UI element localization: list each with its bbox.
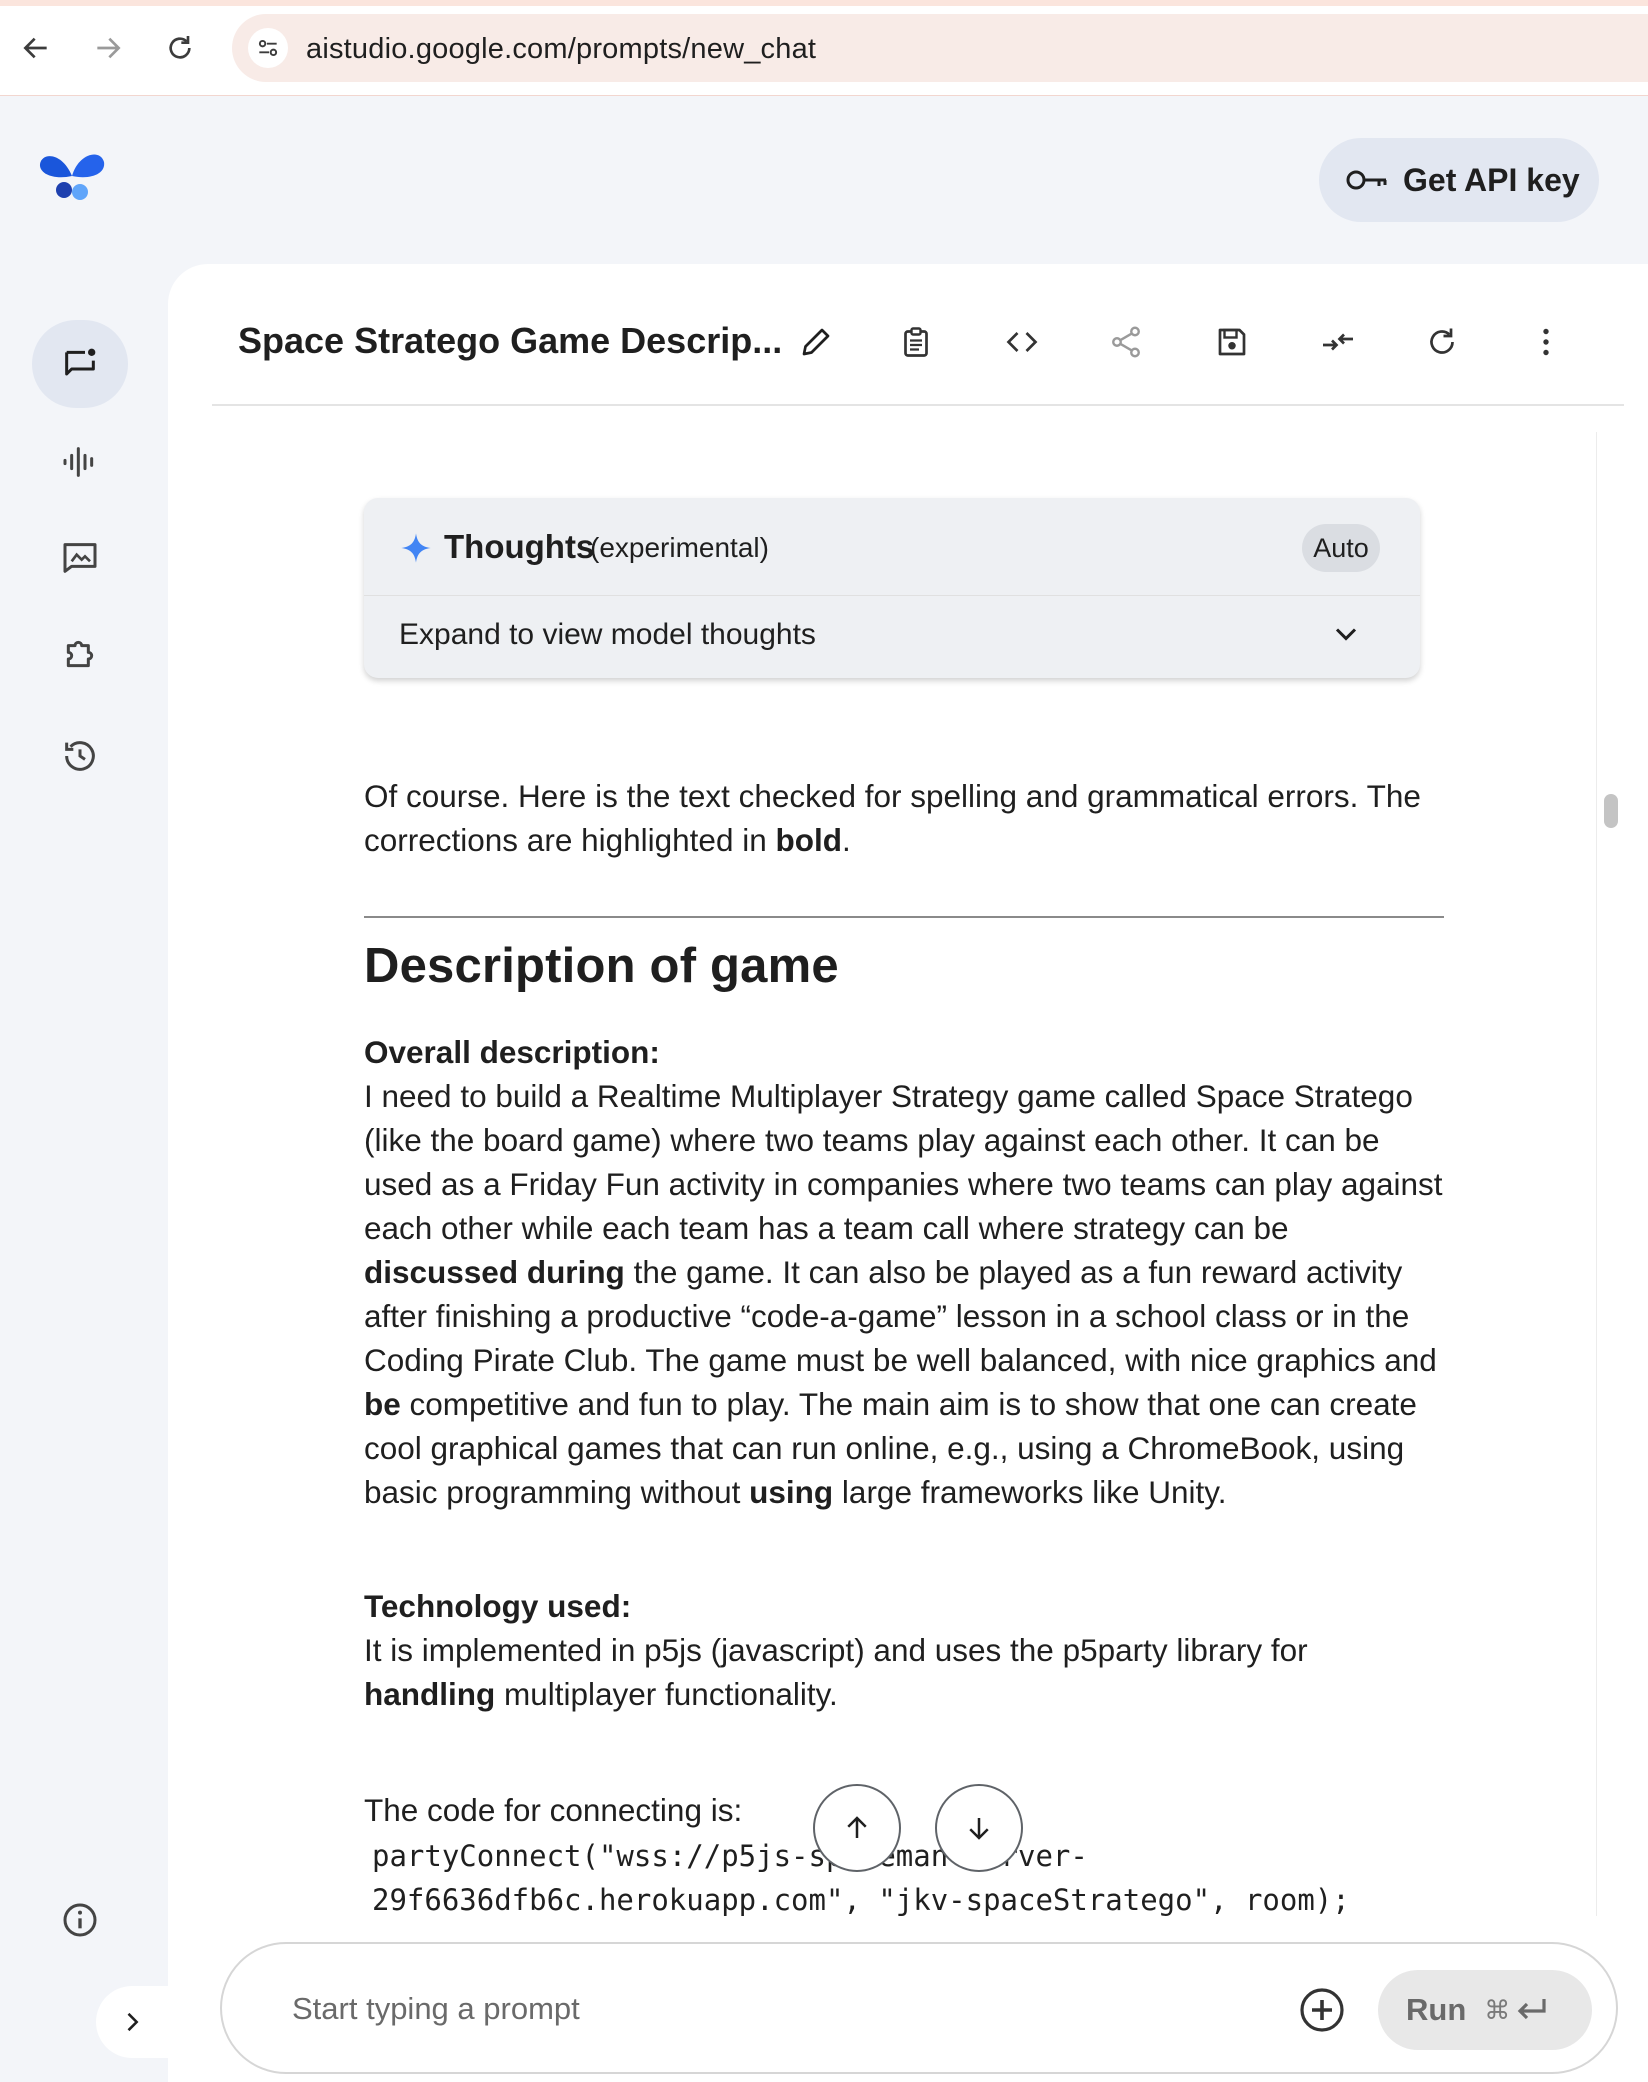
forward-button[interactable] [86, 26, 130, 70]
puzzle-icon [66, 640, 94, 668]
nav-chat[interactable] [32, 320, 128, 408]
thoughts-title: Thoughts [444, 528, 595, 565]
code-intro: The code for connecting is: [364, 1792, 743, 1828]
thinking-mode-badge[interactable]: Auto [1302, 524, 1380, 572]
nav-build[interactable] [32, 610, 128, 698]
overall-bold-1: discussed during [364, 1254, 625, 1290]
chat-icon [65, 348, 96, 376]
prompt-title[interactable]: Space Stratego Game Descrip... [238, 320, 782, 362]
share-icon [1112, 326, 1140, 358]
ai-studio-logo-icon[interactable] [36, 146, 108, 202]
get-api-key-button[interactable]: Get API key [1319, 138, 1599, 222]
overall-text-4: large frameworks like Unity. [833, 1474, 1227, 1510]
code-line-2: 29f6636dfb6c.herokuapp.com", "jkv-spaceS… [372, 1883, 1350, 1917]
sparkle-icon [401, 533, 431, 563]
image-chat-icon [63, 543, 97, 573]
chevron-right-icon [127, 2012, 139, 2032]
run-button[interactable]: Run ⌘ [1378, 1970, 1592, 2050]
tech-bold-1: handling [364, 1676, 496, 1712]
refresh-icon [1430, 328, 1454, 354]
back-button[interactable] [14, 26, 58, 70]
intro-bold: bold [775, 822, 842, 858]
address-bar[interactable]: aistudio.google.com/prompts/new_chat [232, 14, 1648, 82]
code-icon [1006, 332, 1038, 352]
get-code-button[interactable] [996, 316, 1048, 368]
thoughts-panel: Thoughts (experimental) Auto Expand to v… [364, 498, 1420, 678]
compare-arrows-icon [1323, 333, 1353, 351]
command-key-icon: ⌘ [1484, 1994, 1511, 2025]
overall-bold-3: using [749, 1474, 834, 1510]
thoughts-subtitle: (experimental) [590, 532, 769, 563]
tech-label: Technology used: [364, 1588, 632, 1624]
clipboard-button[interactable] [890, 316, 942, 368]
share-button[interactable] [1100, 316, 1152, 368]
arrow-left-icon [23, 37, 47, 59]
key-icon [1346, 170, 1387, 190]
url-text[interactable]: aistudio.google.com/prompts/new_chat [306, 33, 816, 66]
browser-toolbar: aistudio.google.com/prompts/new_chat [0, 0, 1648, 96]
scrollbar-thumb[interactable] [1604, 794, 1618, 828]
prompt-toolbar: Space Stratego Game Descrip... [212, 310, 1624, 406]
run-label: Run [1406, 1992, 1467, 2027]
overall-description: Overall description: I need to build a R… [364, 1030, 1444, 1514]
save-icon [1218, 328, 1246, 356]
arrow-down-icon [969, 1818, 989, 1840]
reload-button[interactable] [158, 26, 202, 70]
overall-label: Overall description: [364, 1034, 660, 1070]
pencil-icon [802, 328, 830, 356]
more-vert-icon [1543, 328, 1549, 356]
info-icon [63, 1903, 97, 1937]
clipboard-icon [904, 327, 928, 357]
prompt-bar: Run ⌘ [220, 1942, 1618, 2074]
tech-text-2: multiplayer functionality. [495, 1676, 838, 1712]
chevron-down-icon[interactable] [1328, 616, 1364, 652]
divider [364, 916, 1444, 918]
scroll-up-button[interactable] [813, 1784, 901, 1872]
reset-button[interactable] [1416, 316, 1468, 368]
enter-key-icon [1518, 1999, 1546, 2020]
intro-text: Of course. Here is the text checked for … [364, 778, 1421, 858]
arrow-right-icon [97, 37, 121, 59]
add-media-icon[interactable] [1298, 1986, 1346, 2034]
nav-media[interactable] [32, 514, 128, 602]
site-settings-icon[interactable] [248, 28, 288, 68]
tech-text-1: It is implemented in p5js (javascript) a… [364, 1632, 1308, 1668]
response-intro: Of course. Here is the text checked for … [364, 774, 1444, 862]
scroll-down-button[interactable] [935, 1784, 1023, 1872]
nav-info[interactable] [32, 1876, 128, 1964]
compare-button[interactable] [1312, 316, 1364, 368]
more-options-button[interactable] [1520, 316, 1572, 368]
save-button[interactable] [1206, 316, 1258, 368]
edit-title-button[interactable] [790, 316, 842, 368]
audio-wave-icon [63, 447, 94, 477]
overall-bold-2: be [364, 1386, 401, 1422]
overall-text-1: I need to build a Realtime Multiplayer S… [364, 1078, 1443, 1246]
prompt-input[interactable] [292, 1984, 1092, 2034]
intro-end: . [841, 822, 851, 858]
reload-icon [169, 36, 191, 59]
arrow-up-icon [847, 1816, 867, 1838]
nav-stream[interactable] [32, 418, 128, 506]
technology-section: Technology used: It is implemented in p5… [364, 1584, 1444, 1716]
get-api-key-label: Get API key [1403, 161, 1580, 198]
expand-sidebar-button[interactable] [96, 1986, 168, 2058]
expand-thoughts-toggle[interactable]: Expand to view model thoughts [399, 618, 816, 652]
thoughts-header: Thoughts (experimental) Auto [364, 498, 1420, 596]
scrollbar-track[interactable] [1596, 432, 1624, 1916]
nav-history[interactable] [32, 712, 128, 800]
history-icon [65, 741, 95, 771]
section-heading: Description of game [364, 939, 839, 993]
